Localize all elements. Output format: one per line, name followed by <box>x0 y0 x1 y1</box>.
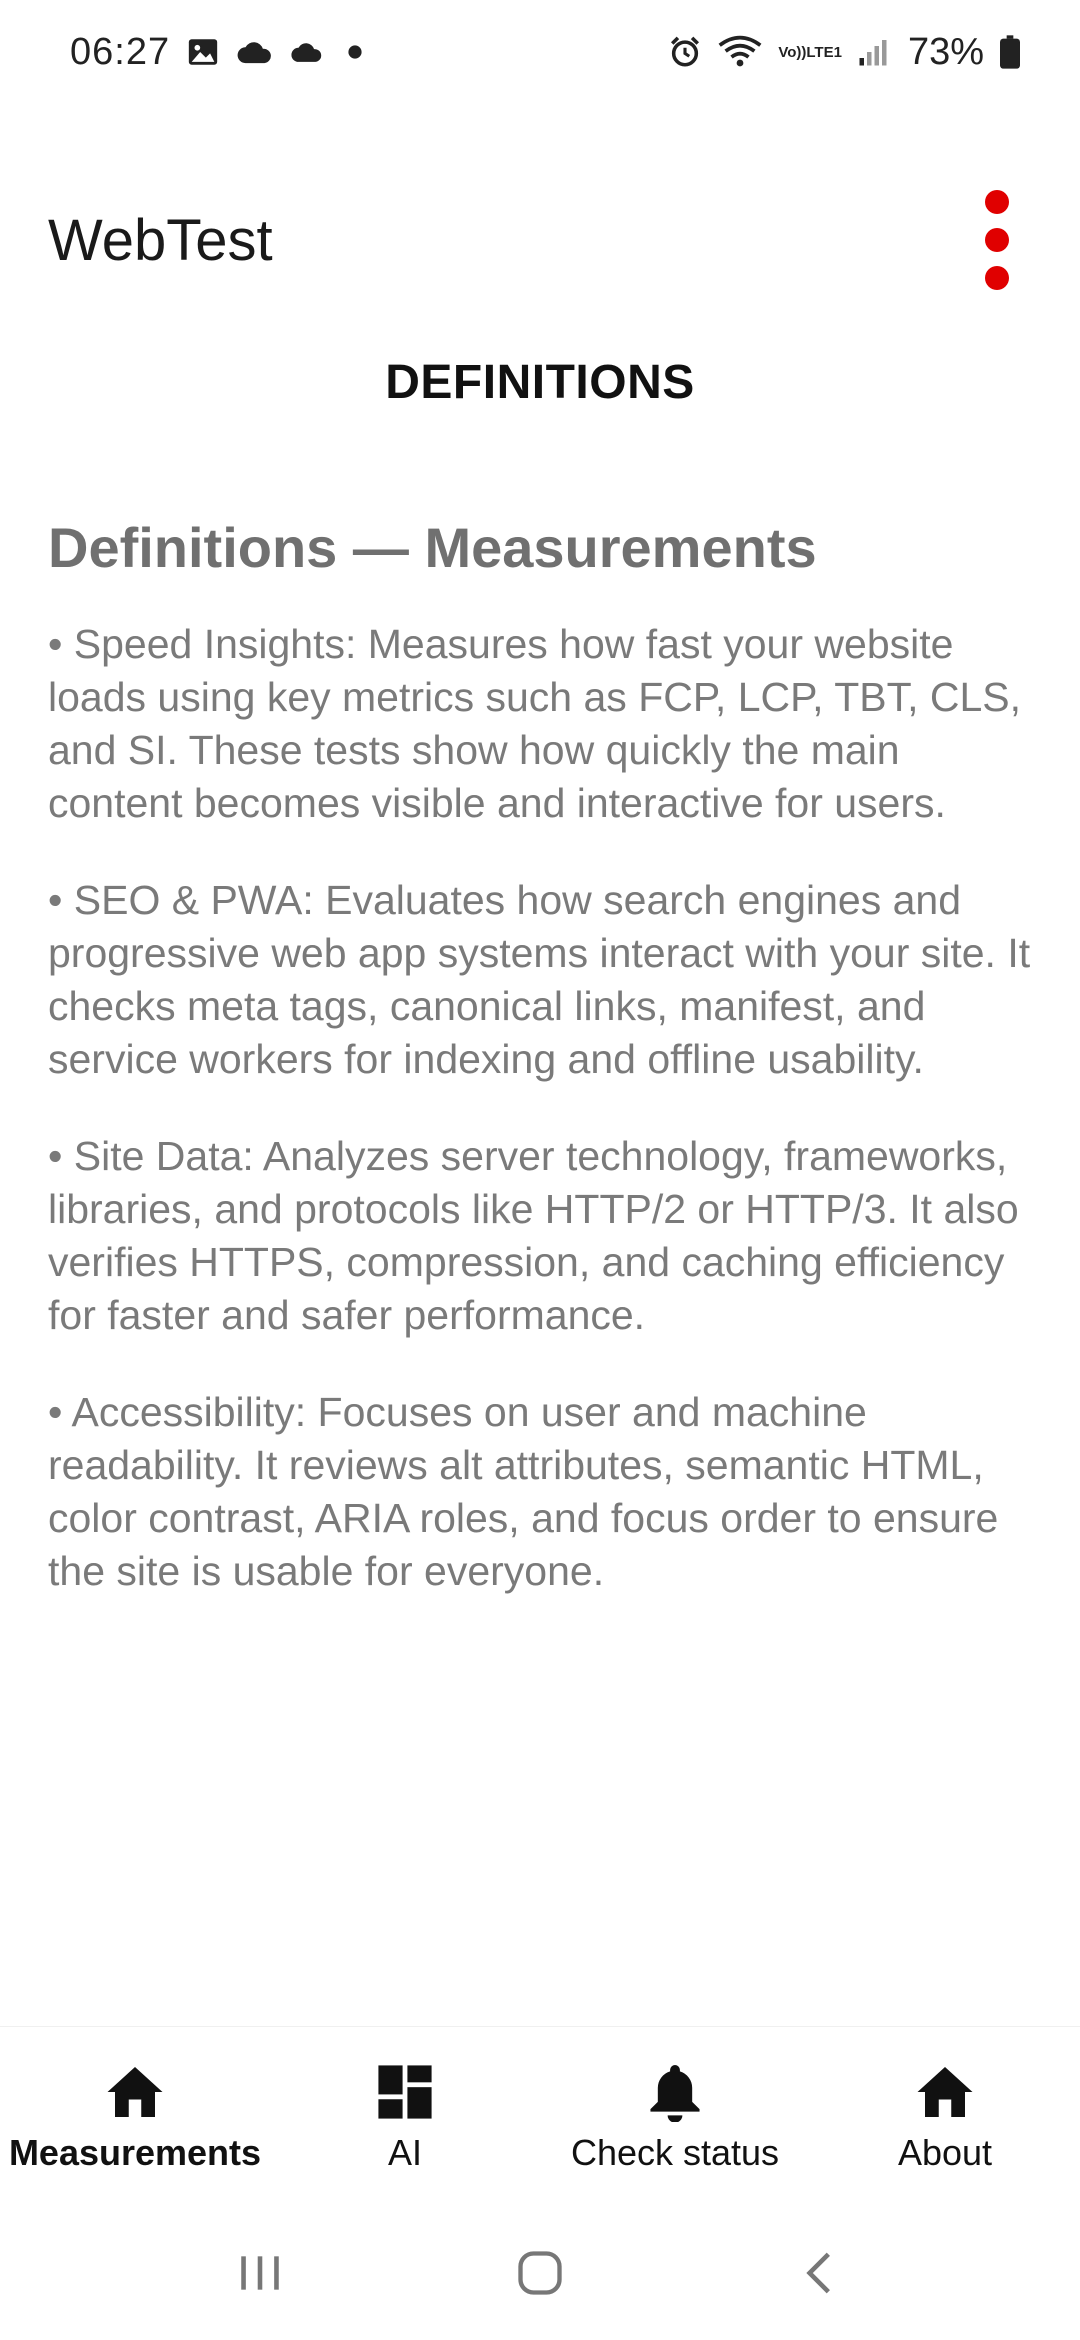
content-title: Definitions — Measurements <box>48 516 817 579</box>
system-navigation <box>0 2206 1080 2340</box>
signal-icon <box>858 37 888 67</box>
definition-seo-pwa: • SEO & PWA: Evaluates how search engine… <box>48 877 1031 1082</box>
more-vertical-icon-dot <box>985 228 1009 252</box>
dot-icon <box>340 37 370 67</box>
definition-accessibility: • Accessibility: Focuses on user and mac… <box>48 1389 999 1594</box>
definitions-content: Definitions — Measurements • Speed Insig… <box>48 515 1038 1642</box>
nav-label-check-status: Check status <box>570 2131 780 2173</box>
more-options-button[interactable] <box>962 180 1032 300</box>
wifi-icon <box>718 34 762 70</box>
recents-icon <box>241 2256 279 2290</box>
cloud-icon <box>236 38 274 66</box>
home-icon <box>915 2060 975 2124</box>
more-vertical-icon-dot <box>985 266 1009 290</box>
status-right: Vo)) LTE1 73% <box>668 31 1020 74</box>
status-bar: 06:27 Vo)) LTE1 73% <box>0 0 1080 104</box>
nav-item-ai[interactable]: AI <box>270 2027 540 2206</box>
section-header: DEFINITIONS <box>385 356 695 409</box>
lte-top-label: Vo)) <box>778 43 807 61</box>
recents-button[interactable] <box>200 2223 320 2323</box>
app-title: WebTest <box>48 207 273 273</box>
image-icon <box>186 35 220 69</box>
status-left: 06:27 <box>70 31 370 74</box>
bottom-navigation: Measurements AI Check status About <box>0 2026 1080 2206</box>
battery-icon <box>1000 35 1020 69</box>
status-time: 06:27 <box>70 30 171 73</box>
nav-item-check-status[interactable]: Check status <box>540 2027 810 2206</box>
app-bar: WebTest <box>0 160 1080 320</box>
battery-percent: 73% <box>907 30 984 73</box>
nav-label-about: About <box>897 2131 993 2173</box>
nav-item-about[interactable]: About <box>810 2027 1080 2206</box>
lte-icon: Vo)) LTE1 <box>778 45 842 60</box>
alarm-icon <box>668 35 702 69</box>
more-vertical-icon <box>985 190 1009 214</box>
home-button[interactable] <box>480 2223 600 2323</box>
back-icon <box>806 2252 830 2294</box>
nav-label-ai: AI <box>387 2131 422 2173</box>
home-button-icon <box>518 2251 562 2295</box>
definition-speed-insights: • Speed Insights: Measures how fast your… <box>48 621 1022 826</box>
screen: 06:27 Vo)) LTE1 73% WebTest DEFINITIONS … <box>0 0 1080 2340</box>
back-button[interactable] <box>760 2223 880 2323</box>
lte-bottom-label: LTE1 <box>806 43 842 61</box>
dashboard-icon <box>376 2060 434 2124</box>
cloud-icon <box>290 39 324 65</box>
nav-label-measurements: Measurements <box>8 2131 262 2173</box>
nav-item-measurements[interactable]: Measurements <box>0 2027 270 2206</box>
home-icon <box>105 2060 165 2124</box>
definition-site-data: • Site Data: Analyzes server technology,… <box>48 1133 1019 1338</box>
bell-icon <box>648 2060 702 2124</box>
